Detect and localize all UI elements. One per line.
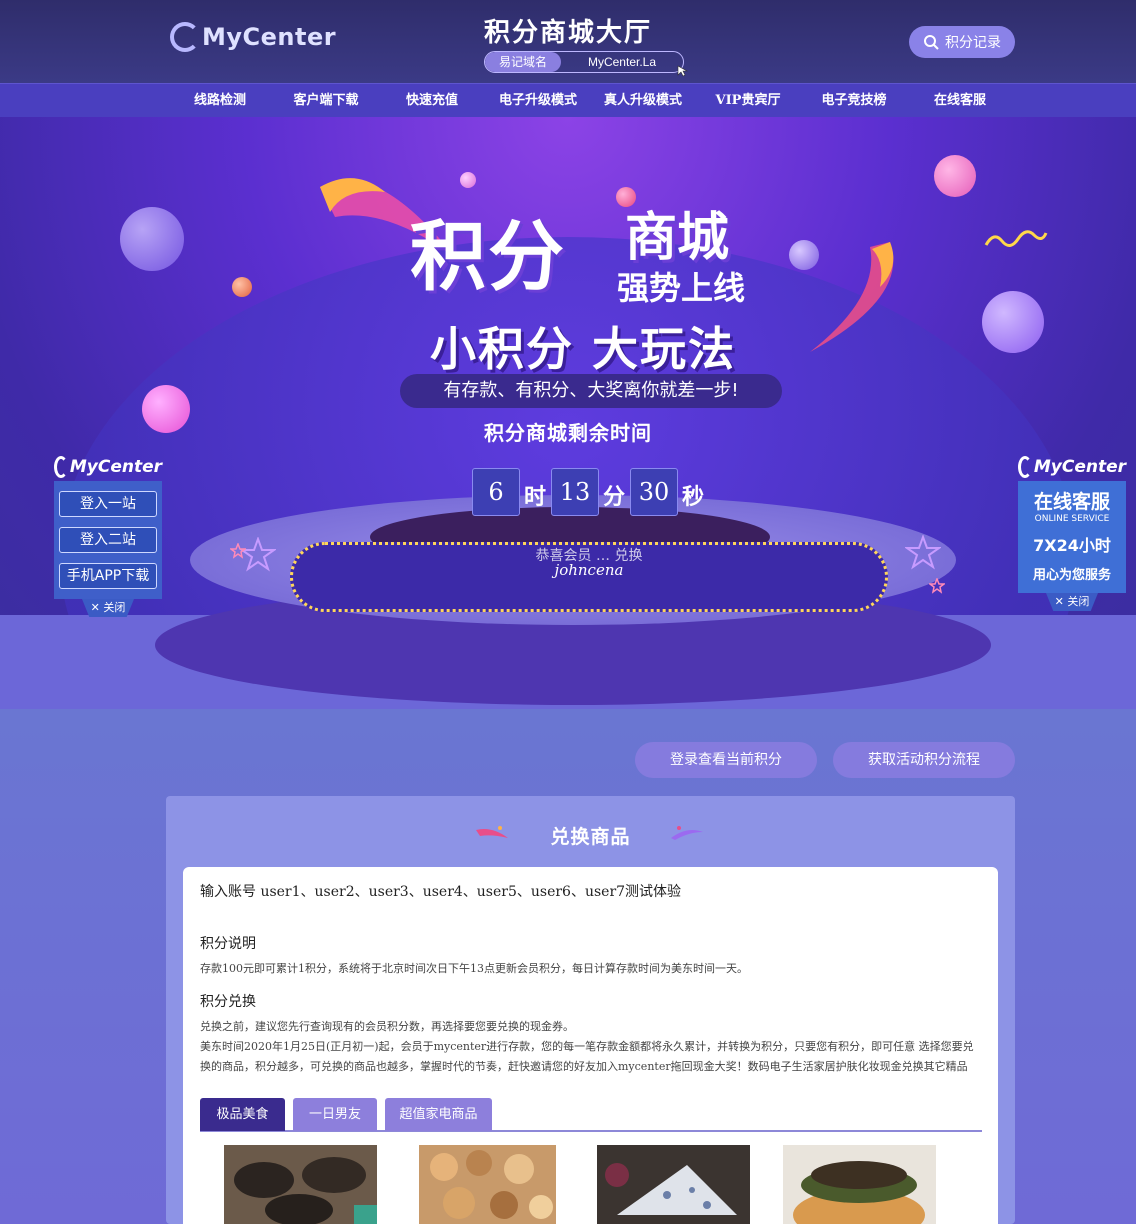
left-float-logo-text: MyCenter bbox=[69, 457, 162, 477]
decor-ball bbox=[232, 277, 252, 297]
headline-main: 积分 bbox=[410, 212, 566, 301]
points-record-button[interactable]: 积分记录 bbox=[909, 26, 1015, 58]
pointer-cursor-icon bbox=[677, 65, 689, 77]
banner-subtitle: 有存款、有积分、大奖离你就差一步! bbox=[400, 374, 782, 408]
countdown-seconds-unit: 秒 bbox=[682, 484, 705, 510]
countdown-hours: 6 bbox=[472, 468, 520, 516]
star-icon bbox=[230, 543, 246, 559]
points-heading: 积分说明 bbox=[200, 936, 256, 952]
exchange-panel: 兑换商品 输入账号 user1、user2、user3、user4、user5、… bbox=[166, 796, 1015, 1224]
nav-item-live-upgrade[interactable]: 真人升级模式 bbox=[588, 84, 698, 118]
main-nav: 线路检测 客户端下载 快速充值 电子升级模式 真人升级模式 VIP贵宾厅 电子竞… bbox=[0, 83, 1136, 117]
online-service-hours: 7X24小时 bbox=[1033, 536, 1111, 555]
countdown-seconds: 30 bbox=[630, 468, 678, 516]
decor-zigzag bbox=[984, 230, 1048, 247]
right-float-panel: MyCenter 在线客服 ONLINE SERVICE 7X24小时 用心为您… bbox=[1018, 453, 1126, 611]
product-image-burger[interactable] bbox=[783, 1145, 936, 1224]
nav-item-online-service[interactable]: 在线客服 bbox=[905, 84, 1015, 118]
search-icon bbox=[924, 35, 939, 50]
nav-item-slots-upgrade[interactable]: 电子升级模式 bbox=[483, 84, 593, 118]
left-float-close-button[interactable]: ✕ 关闭 bbox=[82, 599, 134, 617]
headline-sub: 强势上线 bbox=[617, 269, 746, 307]
top-header: MyCenter 积分商城大厅 易记域名 MyCenter.La 积分记录 bbox=[0, 0, 1136, 83]
nav-item-client-download[interactable]: 客户端下载 bbox=[271, 84, 381, 118]
exchange-title: 兑换商品 bbox=[550, 826, 631, 848]
left-float-logo: MyCenter bbox=[54, 453, 162, 481]
product-image-dark-cookies[interactable] bbox=[224, 1145, 377, 1224]
online-service-title: 在线客服 bbox=[1033, 491, 1110, 513]
login-site-2-button[interactable]: 登入二站 bbox=[59, 527, 157, 553]
points-flow-button[interactable]: 获取活动积分流程 bbox=[833, 742, 1015, 778]
nav-item-vip-hall[interactable]: VIP贵宾厅 bbox=[693, 84, 803, 118]
close-icon: ✕ bbox=[90, 601, 100, 614]
domain-value: MyCenter.La bbox=[587, 55, 657, 69]
right-float-logo-text: MyCenter bbox=[1033, 457, 1126, 477]
login-site-1-button[interactable]: 登入一站 bbox=[59, 491, 157, 517]
points-description: 存款100元即可累计1积分，系统将于北京时间次日下午13点更新会员积分，每日计算… bbox=[200, 962, 748, 975]
right-float-logo: MyCenter bbox=[1018, 453, 1126, 481]
redeem-description-1: 兑换之前，建议您先行查询现有的会员积分数，再选择要您要兑换的现金券。 bbox=[200, 1020, 574, 1033]
decor-swoosh-icon bbox=[671, 826, 703, 840]
online-service-subtitle: ONLINE SERVICE bbox=[1034, 514, 1110, 524]
countdown-label: 积分商城剩余时间 bbox=[484, 421, 652, 445]
decor-ball bbox=[982, 291, 1044, 353]
online-service-tagline: 用心为您服务 bbox=[1032, 568, 1111, 583]
tab-appliances[interactable]: 超值家电商品 bbox=[385, 1098, 492, 1131]
redeem-heading: 积分兑换 bbox=[200, 994, 256, 1010]
product-image-assorted-cookies[interactable] bbox=[419, 1145, 556, 1224]
product-image-blue-cheese[interactable] bbox=[597, 1145, 750, 1224]
star-icon bbox=[905, 535, 941, 570]
marquee-username: johncena bbox=[554, 561, 624, 579]
tab-boyfriend[interactable]: 一日男友 bbox=[293, 1098, 377, 1131]
tab-gourmet[interactable]: 极品美食 bbox=[200, 1098, 285, 1131]
left-float-body: 登入一站 登入二站 手机APP下载 bbox=[54, 481, 162, 599]
countdown-minutes-unit: 分 bbox=[603, 484, 626, 510]
product-tabs: 极品美食 一日男友 超值家电商品 bbox=[200, 1098, 982, 1132]
countdown-hours-unit: 时 bbox=[524, 484, 547, 510]
points-record-label: 积分记录 bbox=[945, 34, 1001, 50]
decor-swoosh-right bbox=[810, 242, 894, 352]
right-float-close-button[interactable]: ✕ 关闭 bbox=[1046, 593, 1098, 611]
logo-ring-icon bbox=[1018, 456, 1032, 478]
countdown-minutes: 13 bbox=[551, 468, 599, 516]
domain-badge[interactable]: 易记域名 MyCenter.La bbox=[484, 51, 684, 73]
nav-item-line-check[interactable]: 线路检测 bbox=[165, 84, 275, 118]
hero-banner: 积分 商城 强势上线 小积分 大玩法 有存款、有积分、大奖离你就差一步! 积分商… bbox=[0, 117, 1136, 709]
nav-item-quick-deposit[interactable]: 快速充值 bbox=[377, 84, 487, 118]
logo-ring-icon bbox=[54, 456, 68, 478]
app-download-button[interactable]: 手机APP下载 bbox=[59, 563, 157, 589]
domain-label: 易记域名 bbox=[485, 52, 561, 72]
exchange-card: 输入账号 user1、user2、user3、user4、user5、user6… bbox=[183, 867, 998, 1224]
star-icon bbox=[929, 578, 945, 594]
redeem-description-2: 美东时间2020年1月25日(正月初一)起，会员于mycenter进行存款，您的… bbox=[200, 1040, 974, 1073]
test-account-hint: 输入账号 user1、user2、user3、user4、user5、user6… bbox=[200, 884, 682, 900]
check-points-button[interactable]: 登录查看当前积分 bbox=[635, 742, 817, 778]
left-float-panel: MyCenter 登入一站 登入二站 手机APP下载 ✕ 关闭 bbox=[54, 453, 162, 617]
decor-ball bbox=[120, 207, 184, 271]
left-float-close-label: 关闭 bbox=[103, 601, 126, 614]
decor-ball bbox=[934, 155, 976, 197]
online-service-panel[interactable]: 在线客服 ONLINE SERVICE 7X24小时 用心为您服务 bbox=[1018, 481, 1126, 593]
slogan: 小积分 大玩法 bbox=[430, 322, 737, 376]
winner-marquee: 恭喜会员 … 兑换 johncena bbox=[290, 542, 888, 612]
right-float-close-label: 关闭 bbox=[1067, 595, 1090, 608]
close-icon: ✕ bbox=[1054, 595, 1064, 608]
headline-side: 商城 bbox=[625, 208, 730, 268]
nav-item-esports-board[interactable]: 电子竞技榜 bbox=[799, 84, 909, 118]
